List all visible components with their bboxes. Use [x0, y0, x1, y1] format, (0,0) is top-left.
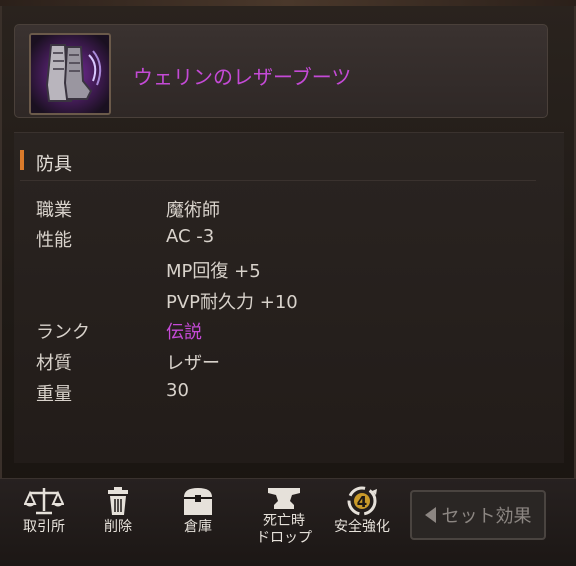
- stat-value-pvp-durability: PVP耐久力 +10: [166, 292, 298, 313]
- chest-icon: [184, 488, 212, 515]
- item-header: ウェリンのレザーブーツ: [14, 24, 548, 118]
- triangle-left-icon: [424, 507, 436, 523]
- stat-label-class: 職業: [36, 200, 72, 221]
- stat-label-weight: 重量: [36, 384, 72, 405]
- death-drop-label-1: 死亡時: [263, 513, 305, 529]
- death-drop-button[interactable]: 死亡時 ドロップ: [244, 485, 324, 555]
- death-drop-label-2: ドロップ: [256, 530, 312, 546]
- safe-enhance-label: 安全強化: [334, 519, 390, 535]
- stat-label-performance: 性能: [36, 230, 72, 251]
- exchange-label: 取引所: [23, 519, 65, 535]
- stat-label-material: 材質: [36, 353, 72, 374]
- stat-value-weight: 30: [166, 380, 189, 401]
- item-icon-frame: [29, 33, 111, 115]
- item-name: ウェリンのレザーブーツ: [133, 65, 352, 89]
- warehouse-button[interactable]: 倉庫: [158, 485, 238, 555]
- section-accent-bar: [20, 150, 24, 170]
- stat-value-mp-regen: MP回復 +5: [166, 261, 261, 282]
- stat-value-ac: AC -3: [166, 226, 215, 247]
- section-divider: [20, 180, 536, 181]
- scales-icon: [24, 488, 64, 515]
- delete-button[interactable]: 削除: [78, 485, 158, 555]
- section-title: 防具: [36, 154, 72, 175]
- set-effect-button[interactable]: セット効果: [410, 490, 546, 540]
- stat-value-rank: 伝説: [166, 322, 202, 343]
- exchange-button[interactable]: 取引所: [4, 485, 84, 555]
- safe-enhance-icon: 4: [347, 486, 377, 516]
- stat-value-class: 魔術師: [166, 200, 220, 221]
- set-effect-label: セット効果: [441, 506, 532, 527]
- stat-value-material: レザー: [166, 353, 220, 374]
- stat-label-rank: ランク: [36, 322, 90, 343]
- top-strip: [0, 0, 576, 6]
- warehouse-label: 倉庫: [184, 519, 212, 535]
- safe-enhance-button[interactable]: 4 安全強化: [322, 485, 402, 555]
- anvil-icon: [268, 488, 300, 509]
- trash-icon: [108, 487, 128, 515]
- leather-boots-icon: [31, 35, 109, 113]
- delete-label: 削除: [104, 519, 132, 535]
- safe-enhance-count: 4: [357, 493, 367, 511]
